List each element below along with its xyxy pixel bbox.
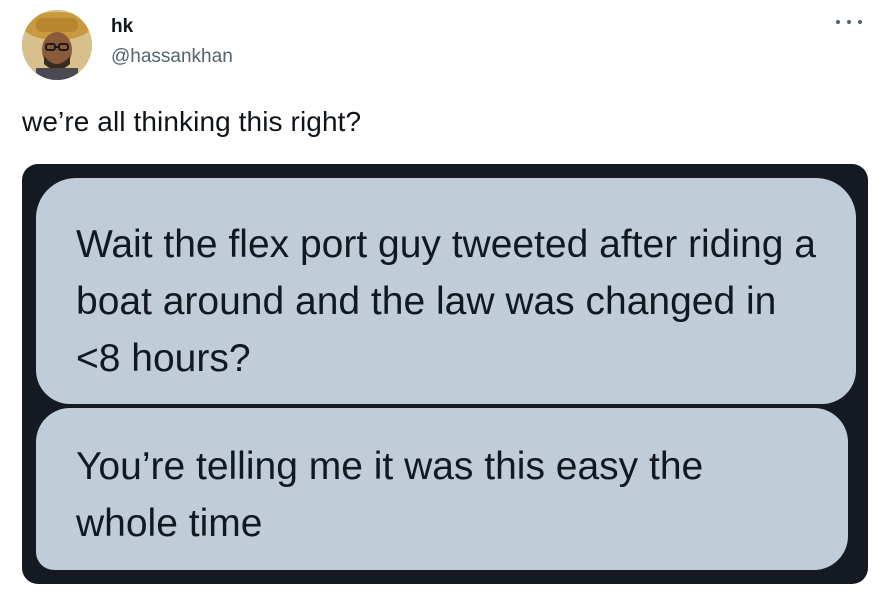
more-dot [847,20,851,24]
display-name[interactable]: hk [111,16,133,38]
message-bubble: You’re telling me it was this easy the w… [36,408,848,570]
message-bubble: Wait the flex port guy tweeted after rid… [36,178,856,404]
tweet-text: we’re all thinking this right? [22,106,362,137]
more-horizontal-icon[interactable] [836,12,862,32]
message-text: You’re telling me it was this easy the w… [76,445,704,545]
more-dot [858,20,862,24]
more-dot [836,20,840,24]
avatar[interactable] [22,10,92,80]
avatar-photo [22,10,92,80]
tweet-media-image[interactable]: Wait the flex port guy tweeted after rid… [22,164,868,584]
username-handle[interactable]: @hassankhan [111,46,233,68]
message-text: Wait the flex port guy tweeted after rid… [76,223,816,380]
